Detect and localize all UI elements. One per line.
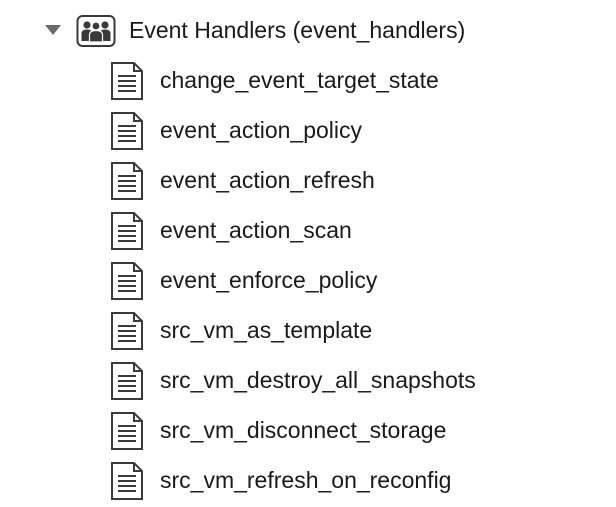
- tree-item[interactable]: event_action_policy: [0, 105, 616, 155]
- tree-item[interactable]: event_enforce_policy: [0, 255, 616, 305]
- document-icon: [110, 61, 144, 101]
- document-icon: [110, 311, 144, 351]
- tree-item[interactable]: src_vm_destroy_all_snapshots: [0, 355, 616, 405]
- tree-item[interactable]: src_vm_refresh_on_reconfig: [0, 455, 616, 505]
- document-icon: [110, 211, 144, 251]
- document-icon: [110, 461, 144, 501]
- tree-node-label[interactable]: Event Handlers (event_handlers): [129, 15, 465, 45]
- document-icon: [110, 361, 144, 401]
- tree-item-label[interactable]: src_vm_destroy_all_snapshots: [160, 365, 476, 395]
- group-folder-icon: [76, 14, 116, 48]
- tree-item[interactable]: src_vm_disconnect_storage: [0, 405, 616, 455]
- document-icon: [110, 161, 144, 201]
- document-icon: [110, 111, 144, 151]
- tree-item[interactable]: event_action_refresh: [0, 155, 616, 205]
- tree-item-label[interactable]: event_action_scan: [160, 215, 352, 245]
- tree-children: change_event_target_state event_action_p…: [0, 55, 616, 505]
- tree-item-label[interactable]: src_vm_disconnect_storage: [160, 415, 446, 445]
- tree-item[interactable]: change_event_target_state: [0, 55, 616, 105]
- tree-item-label[interactable]: event_action_policy: [160, 115, 362, 145]
- event-handlers-tree: Event Handlers (event_handlers) change_e…: [0, 0, 616, 507]
- tree-item-label[interactable]: event_action_refresh: [160, 165, 375, 195]
- tree-item[interactable]: src_vm_as_template: [0, 305, 616, 355]
- tree-item-label[interactable]: src_vm_refresh_on_reconfig: [160, 465, 451, 495]
- tree-item-label[interactable]: src_vm_as_template: [160, 315, 372, 345]
- tree-node-event-handlers[interactable]: Event Handlers (event_handlers): [0, 8, 616, 52]
- document-icon: [110, 261, 144, 301]
- tree-item-label[interactable]: event_enforce_policy: [160, 265, 377, 295]
- tree-item-label[interactable]: change_event_target_state: [160, 65, 439, 95]
- triangle-down-icon[interactable]: [44, 23, 62, 35]
- tree-item[interactable]: event_action_scan: [0, 205, 616, 255]
- document-icon: [110, 411, 144, 451]
